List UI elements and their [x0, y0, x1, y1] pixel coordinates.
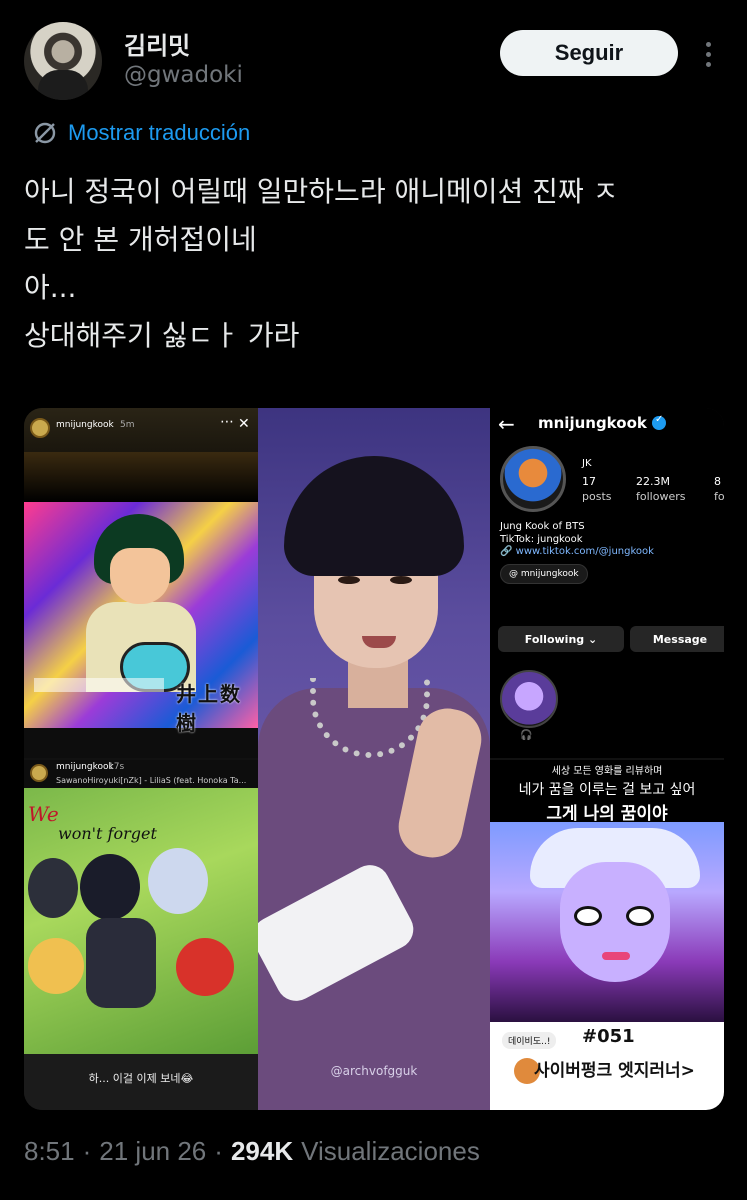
- review-title: 사이버펑크 엣지러너>: [534, 1061, 695, 1081]
- review-footer: 데이비도..! #051 사이버펑크 엣지러너>: [490, 1022, 724, 1110]
- profile-link: 🔗 www.tiktok.com/@jungkook: [500, 546, 654, 557]
- photo-watermark: @archvofgguk: [330, 1064, 418, 1078]
- profile-display-name: JK: [582, 458, 592, 469]
- anime-screen: 井上数樹: [24, 502, 258, 735]
- separator-dot: ·: [214, 1136, 223, 1166]
- tweet-time[interactable]: 8:51: [24, 1136, 75, 1167]
- tweet-date[interactable]: 21 jun 26: [99, 1136, 206, 1167]
- profile-avatar: [500, 446, 566, 512]
- back-arrow-icon: ←: [498, 412, 515, 436]
- media-grid[interactable]: mnijungkook 5m ⋯ ✕ 井上数樹 mnijungkook 17s …: [24, 408, 724, 1110]
- story-account: mnijungkook: [56, 762, 114, 772]
- following-button: Following ⌄: [498, 626, 624, 652]
- story-bar: mnijungkook 5m ⋯ ✕: [24, 408, 258, 452]
- story-time: 17s: [108, 762, 125, 772]
- views-count: 294K: [230, 1136, 294, 1166]
- profile-stat-followers: 22.3M followers: [636, 475, 686, 503]
- tweet-line: 아...: [24, 271, 77, 304]
- screen-overlay-text: 井上数樹: [176, 682, 242, 735]
- media-story-anime-group[interactable]: mnijungkook 17s SawanoHiroyuki[nZk] - Li…: [24, 760, 258, 1110]
- tv-frame: [24, 452, 258, 502]
- author-handle[interactable]: @gwadoki: [124, 62, 243, 88]
- tweet-line: 상대해주기 싫ㄷㅏ 가라: [24, 319, 300, 352]
- media-story-anime[interactable]: mnijungkook 5m ⋯ ✕ 井上数樹: [24, 408, 258, 758]
- media-review-thumbnail[interactable]: 세상 모든 영화를 리뷰하며 네가 꿈을 이루는 걸 보고 싶어 그게 나의 꿈…: [490, 760, 724, 1110]
- profile-stat-following: 8 fo: [714, 475, 724, 503]
- tweet-line: 아니 정국이 어릴때 일만하느라 애니메이션 진짜 ㅈ: [24, 175, 619, 208]
- tweet-meta: 8:51 · 21 jun 26 · 294K Visualizaciones: [24, 1136, 480, 1167]
- art-script-text: won't forget: [58, 824, 157, 843]
- more-icon: ⋯: [220, 414, 234, 430]
- translate-icon: [34, 122, 56, 144]
- separator-dot: ·: [82, 1136, 92, 1166]
- message-button: Message: [630, 626, 724, 652]
- art-script-text: We: [28, 802, 59, 826]
- views-label: Visualizaciones: [301, 1136, 480, 1166]
- profile-username: mnijungkook: [538, 414, 647, 432]
- review-header: 세상 모든 영화를 리뷰하며 네가 꿈을 이루는 걸 보고 싶어 그게 나의 꿈…: [490, 760, 724, 824]
- tweet-header: 김리밋 @gwadoki Seguir: [0, 0, 747, 110]
- more-options-icon[interactable]: [696, 36, 720, 72]
- review-number: #051: [582, 1026, 635, 1047]
- profile-stat-posts: 17 posts: [582, 475, 612, 503]
- media-profile-screenshot[interactable]: ← mnijungkook JK 17 posts 22.3M follower…: [490, 408, 724, 758]
- story-caption: 하... 이걸 이제 보네😂: [24, 1054, 258, 1110]
- profile-bio: Jung Kook of BTS TikTok: jungkook: [500, 521, 585, 545]
- anime-group-art: We won't forget: [24, 788, 258, 1054]
- media-photo-portrait[interactable]: @archvofgguk: [258, 408, 490, 1110]
- story-time: 5m: [120, 420, 135, 430]
- story-highlight: [500, 670, 558, 728]
- translation-label: Mostrar traducción: [68, 120, 251, 145]
- author-name[interactable]: 김리밋: [124, 26, 190, 61]
- story-avatar: [30, 418, 50, 438]
- avatar[interactable]: [24, 22, 102, 100]
- verified-icon: [652, 414, 666, 430]
- show-translation-link[interactable]: Mostrar traducción: [32, 116, 250, 150]
- review-pill: 데이비도..!: [502, 1032, 557, 1049]
- story-avatar: [30, 764, 48, 782]
- story-bar: mnijungkook 17s SawanoHiroyuki[nZk] - Li…: [24, 760, 258, 788]
- story-account: mnijungkook: [56, 420, 114, 430]
- tweet-line: 도 안 본 개허접이네: [24, 223, 257, 256]
- tweet-text: 아니 정국이 어릴때 일만하느라 애니메이션 진짜 ㅈ 도 안 본 개허접이네 …: [24, 168, 724, 360]
- story-song: SawanoHiroyuki[nZk] - LiliaS (feat. Hono…: [56, 776, 247, 785]
- close-icon: ✕: [238, 416, 250, 432]
- review-art: [490, 822, 724, 1022]
- follow-button[interactable]: Seguir: [500, 30, 678, 76]
- headphones-icon: 🎧: [520, 730, 533, 741]
- threads-badge: @ mnijungkook: [500, 564, 588, 584]
